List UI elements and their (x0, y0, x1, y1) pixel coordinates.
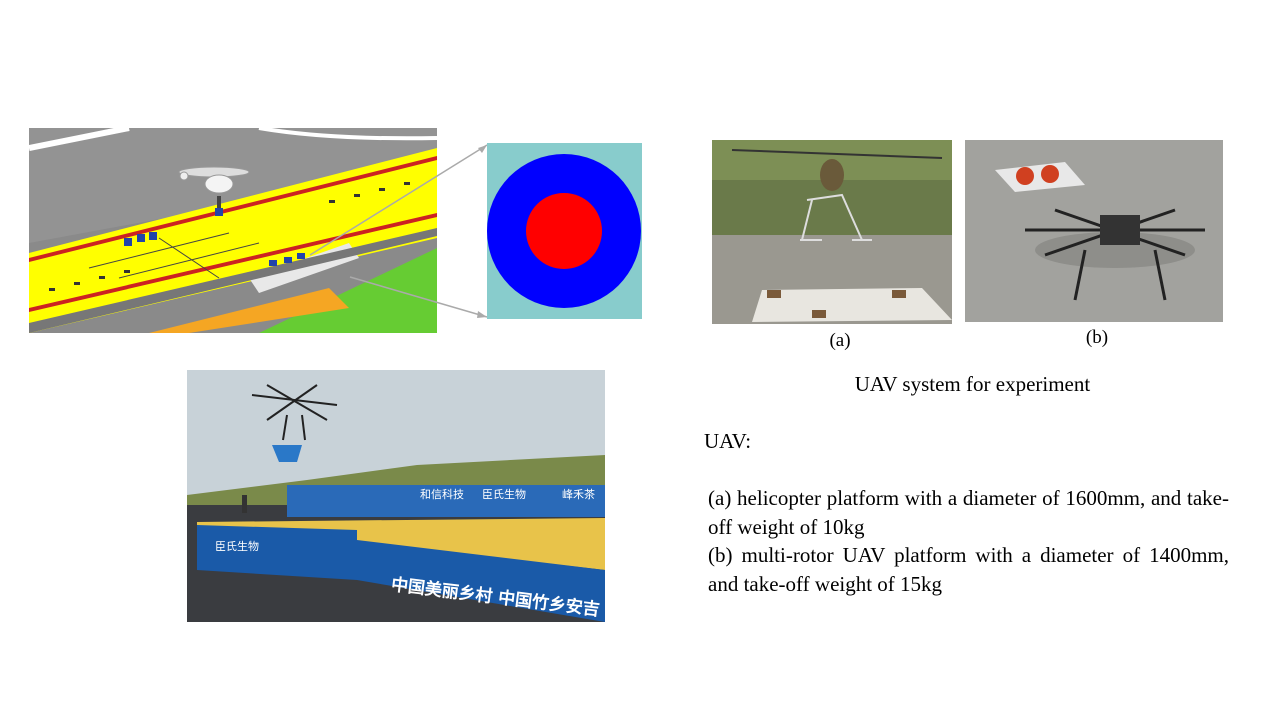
uav-heading: UAV: (704, 429, 752, 453)
banner-text-board2: 臣氏生物 (482, 488, 526, 501)
multirotor-photo (965, 140, 1223, 322)
landing-target-marker (487, 143, 642, 319)
figure-label-a: (a) (829, 330, 851, 351)
zoom-connector (290, 140, 490, 325)
uav-item-b: (b) multi-rotor UAV platform with a diam… (704, 541, 1229, 599)
uav-item-a: (a) helicopter platform with a diameter … (704, 484, 1229, 542)
uav-item-a-text: (a) helicopter platform with a diameter … (708, 486, 1229, 539)
banner-text-board1: 和信科技 (420, 488, 464, 501)
figure-title: UAV system for experiment (854, 372, 1091, 396)
uav-item-b-text: (b) multi-rotor UAV platform with a diam… (708, 543, 1229, 596)
banner-text-left: 臣氏生物 (215, 540, 259, 553)
helicopter-photo (712, 140, 952, 324)
banner-text-board3: 峰禾茶 (562, 488, 595, 501)
figure-label-b: (b) (1085, 327, 1109, 348)
